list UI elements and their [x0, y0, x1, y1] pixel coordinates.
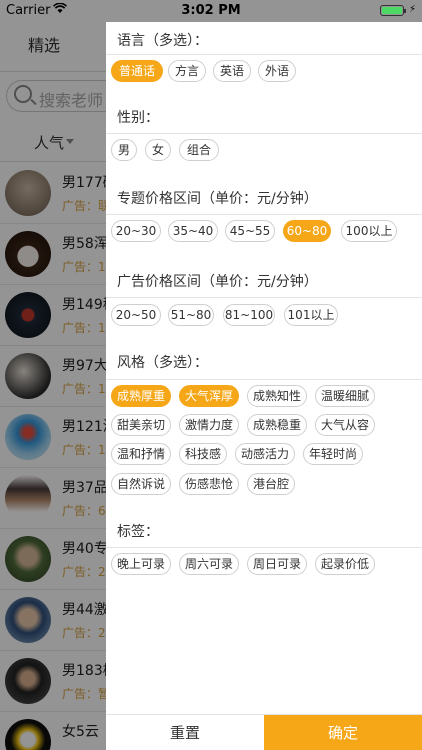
- chip-ad-price-2[interactable]: 51~80: [168, 304, 214, 326]
- chip-tag-3[interactable]: 周日可录: [247, 553, 307, 575]
- chip-language-dialect[interactable]: 方言: [168, 60, 206, 82]
- chip-gender-group[interactable]: 组合: [179, 139, 219, 161]
- chip-topic-price-5[interactable]: 100以上: [341, 220, 397, 242]
- confirm-button[interactable]: 确定: [264, 715, 422, 750]
- reset-button[interactable]: 重置: [106, 715, 264, 750]
- tags-title: 标签：: [117, 524, 159, 540]
- chip-style-8[interactable]: 大气从容: [315, 414, 375, 436]
- battery-icon: [380, 5, 406, 16]
- chip-topic-price-3[interactable]: 45~55: [225, 220, 275, 242]
- chip-ad-price-4[interactable]: 101以上: [284, 304, 338, 326]
- chip-style-7[interactable]: 成熟稳重: [247, 414, 307, 436]
- chip-style-3[interactable]: 成熟知性: [247, 385, 307, 407]
- chip-gender-male[interactable]: 男: [111, 139, 137, 161]
- chip-language-foreign[interactable]: 外语: [258, 60, 296, 82]
- style-title: 风格（多选）：: [117, 355, 208, 371]
- status-bar: Carrier 3:02 PM ⚡: [0, 0, 422, 22]
- chip-ad-price-3[interactable]: 81~100: [223, 304, 275, 326]
- divider: [106, 214, 422, 215]
- chip-style-13[interactable]: 自然诉说: [111, 473, 171, 495]
- chip-language-mandarin[interactable]: 普通话: [111, 60, 163, 82]
- chip-style-14[interactable]: 伤感悲怆: [179, 473, 239, 495]
- clock: 3:02 PM: [181, 3, 241, 18]
- chip-gender-female[interactable]: 女: [145, 139, 171, 161]
- chip-tag-4[interactable]: 起录价低: [315, 553, 375, 575]
- bottom-action-bar: 重置 确定: [106, 714, 422, 750]
- filter-drawer: 语言（多选）： 普通话 方言 英语 外语 性别： 男 女 组合 专题价格区间（单…: [106, 22, 422, 750]
- chip-style-12[interactable]: 年轻时尚: [303, 443, 363, 465]
- chip-language-english[interactable]: 英语: [213, 60, 251, 82]
- chip-tag-2[interactable]: 周六可录: [179, 553, 239, 575]
- chip-style-9[interactable]: 温和抒情: [111, 443, 171, 465]
- divider: [106, 54, 422, 55]
- chip-ad-price-1[interactable]: 20~50: [111, 304, 161, 326]
- chip-style-11[interactable]: 动感活力: [235, 443, 295, 465]
- chip-style-10[interactable]: 科技感: [179, 443, 227, 465]
- divider: [106, 297, 422, 298]
- charging-icon: ⚡: [408, 4, 416, 15]
- chip-topic-price-4[interactable]: 60~80: [283, 220, 331, 242]
- chip-style-2[interactable]: 大气浑厚: [179, 385, 239, 407]
- chip-style-1[interactable]: 成熟厚重: [111, 385, 171, 407]
- gender-title: 性别：: [117, 110, 159, 126]
- chip-topic-price-1[interactable]: 20~30: [111, 220, 161, 242]
- chip-style-5[interactable]: 甜美亲切: [111, 414, 171, 436]
- divider: [106, 133, 422, 134]
- chip-style-15[interactable]: 港台腔: [247, 473, 295, 495]
- language-title: 语言（多选）：: [117, 33, 208, 49]
- ad-price-title: 广告价格区间（单价：元/分钟）: [117, 274, 318, 290]
- chip-tag-1[interactable]: 晚上可录: [111, 553, 171, 575]
- divider: [106, 379, 422, 380]
- divider: [106, 547, 422, 548]
- chip-topic-price-2[interactable]: 35~40: [168, 220, 218, 242]
- chip-style-4[interactable]: 温暖细腻: [315, 385, 375, 407]
- topic-price-title: 专题价格区间（单价：元/分钟）: [117, 191, 318, 207]
- chip-style-6[interactable]: 激情力度: [179, 414, 239, 436]
